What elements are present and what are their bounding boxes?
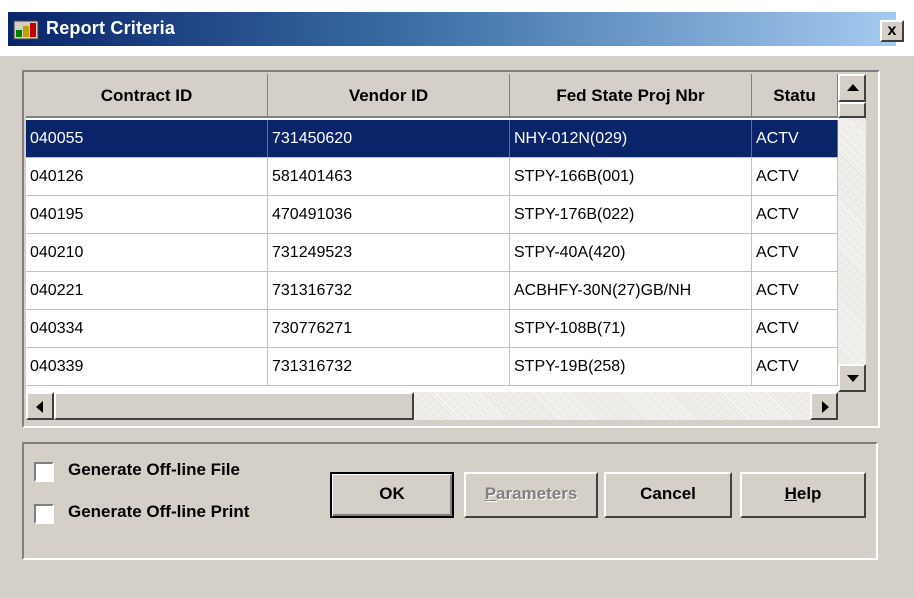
grid-rows: 040055 731450620 NHY-012N(029) ACTV 0401…	[26, 120, 838, 386]
cell-vendor-id: 731316732	[268, 272, 510, 309]
cell-proj-nbr: STPY-166B(001)	[510, 158, 752, 195]
grid-header: Contract ID Vendor ID Fed State Proj Nbr…	[26, 74, 838, 120]
parameters-label: arameters	[496, 484, 578, 503]
horizontal-scrollbar[interactable]	[26, 392, 838, 420]
scroll-right-button[interactable]	[810, 392, 838, 420]
cell-contract-id: 040221	[26, 272, 268, 309]
table-row[interactable]: 040334 730776271 STPY-108B(71) ACTV	[26, 310, 838, 348]
cell-status: ACTV	[752, 196, 838, 233]
cell-contract-id: 040210	[26, 234, 268, 271]
scroll-down-button[interactable]	[838, 364, 866, 392]
scrollbar-corner	[838, 392, 866, 420]
cell-vendor-id: 731249523	[268, 234, 510, 271]
window-title: Report Criteria	[46, 18, 176, 38]
report-criteria-dialog: Report Criteria x Contract ID Vendor ID …	[0, 0, 914, 598]
cell-proj-nbr: STPY-176B(022)	[510, 196, 752, 233]
horizontal-scroll-thumb[interactable]	[54, 392, 414, 420]
table-row[interactable]: 040339 731316732 STPY-19B(258) ACTV	[26, 348, 838, 386]
cell-proj-nbr: STPY-19B(258)	[510, 348, 752, 385]
cell-proj-nbr: STPY-108B(71)	[510, 310, 752, 347]
cell-contract-id: 040339	[26, 348, 268, 385]
cell-vendor-id: 581401463	[268, 158, 510, 195]
cell-status: ACTV	[752, 158, 838, 195]
scroll-up-button[interactable]	[838, 74, 866, 102]
offline-file-label[interactable]: Generate Off-line File	[68, 460, 240, 480]
table-row[interactable]: 040195 470491036 STPY-176B(022) ACTV	[26, 196, 838, 234]
table-row[interactable]: 040221 731316732 ACBHFY-30N(27)GB/NH ACT…	[26, 272, 838, 310]
title-bar: Report Criteria x	[0, 0, 914, 56]
close-button[interactable]: x	[880, 20, 904, 42]
table-row[interactable]: 040055 731450620 NHY-012N(029) ACTV	[26, 120, 838, 158]
cell-status: ACTV	[752, 272, 838, 309]
arrow-down-icon	[847, 375, 859, 382]
app-icon	[13, 20, 39, 40]
cell-contract-id: 040334	[26, 310, 268, 347]
offline-print-label[interactable]: Generate Off-line Print	[68, 502, 249, 522]
cell-proj-nbr: NHY-012N(029)	[510, 120, 752, 157]
cell-status: ACTV	[752, 120, 838, 157]
cell-status: ACTV	[752, 348, 838, 385]
cell-contract-id: 040126	[26, 158, 268, 195]
parameters-mnemonic: P	[484, 484, 497, 503]
contracts-grid[interactable]: Contract ID Vendor ID Fed State Proj Nbr…	[22, 70, 880, 428]
cell-status: ACTV	[752, 310, 838, 347]
table-row[interactable]: 040126 581401463 STPY-166B(001) ACTV	[26, 158, 838, 196]
help-mnemonic: H	[784, 484, 797, 503]
table-row[interactable]: 040210 731249523 STPY-40A(420) ACTV	[26, 234, 838, 272]
cell-contract-id: 040055	[26, 120, 268, 157]
help-label: elp	[796, 484, 822, 503]
offline-print-checkbox[interactable]	[34, 504, 54, 524]
arrow-right-icon	[822, 401, 829, 413]
arrow-up-icon	[847, 84, 859, 91]
column-header-fed-state-proj-nbr[interactable]: Fed State Proj Nbr	[510, 74, 752, 118]
cell-vendor-id: 731450620	[268, 120, 510, 157]
offline-file-checkbox[interactable]	[34, 462, 54, 482]
cell-vendor-id: 731316732	[268, 348, 510, 385]
cell-proj-nbr: STPY-40A(420)	[510, 234, 752, 271]
column-header-vendor-id[interactable]: Vendor ID	[268, 74, 510, 118]
vertical-scroll-thumb[interactable]	[838, 102, 866, 118]
vertical-scrollbar[interactable]	[838, 74, 866, 392]
column-header-contract-id[interactable]: Contract ID	[26, 74, 268, 118]
cell-vendor-id: 730776271	[268, 310, 510, 347]
cell-vendor-id: 470491036	[268, 196, 510, 233]
help-button[interactable]: Help	[740, 472, 866, 518]
ok-button[interactable]: OK	[330, 472, 454, 518]
cancel-button[interactable]: Cancel	[604, 472, 732, 518]
scroll-left-button[interactable]	[26, 392, 54, 420]
column-header-status[interactable]: Statu	[752, 74, 838, 118]
cell-status: ACTV	[752, 234, 838, 271]
cell-contract-id: 040195	[26, 196, 268, 233]
parameters-button: Parameters	[464, 472, 598, 518]
grid-viewport: Contract ID Vendor ID Fed State Proj Nbr…	[26, 74, 838, 392]
cell-proj-nbr: ACBHFY-30N(27)GB/NH	[510, 272, 752, 309]
arrow-left-icon	[36, 401, 43, 413]
